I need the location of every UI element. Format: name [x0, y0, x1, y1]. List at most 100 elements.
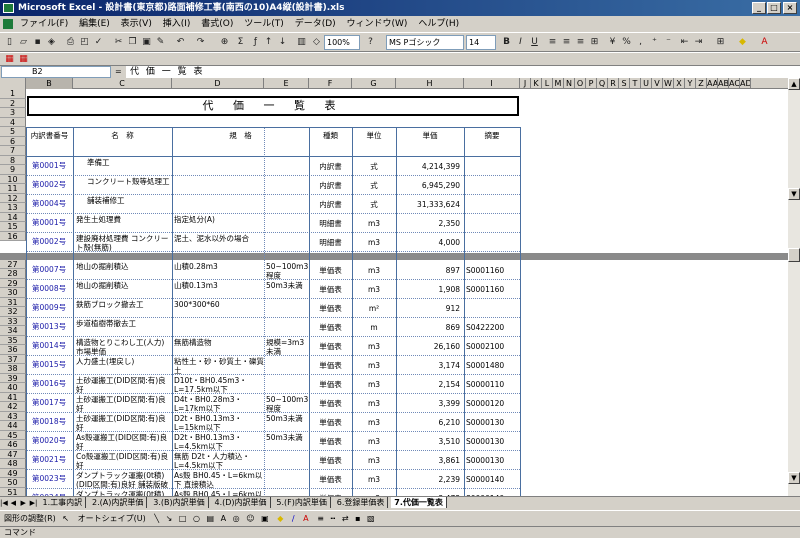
print-preview-icon[interactable]: ◰ — [78, 36, 91, 49]
drawing-icon[interactable]: ◇ — [310, 36, 323, 49]
row-header-31[interactable]: 31 — [0, 297, 26, 307]
column-header-k[interactable]: K — [531, 78, 542, 89]
underline-icon[interactable]: U — [528, 36, 541, 49]
row-header-5[interactable]: 5 — [0, 127, 26, 137]
draw-menu[interactable]: 図形の調整(R) — [0, 514, 56, 523]
column-header-t[interactable]: T — [630, 78, 641, 89]
row-header-34[interactable]: 34 — [0, 326, 26, 336]
column-header-f[interactable]: F — [309, 78, 352, 89]
column-header-e[interactable]: E — [264, 78, 309, 89]
row-header-32[interactable]: 32 — [0, 307, 26, 317]
column-header-n[interactable]: N — [564, 78, 575, 89]
row-header-30[interactable]: 30 — [0, 288, 26, 298]
row-header-14[interactable]: 14 — [0, 212, 26, 222]
row-header-38[interactable]: 38 — [0, 364, 26, 374]
minimize-button[interactable]: _ — [752, 2, 766, 14]
row-header-42[interactable]: 42 — [0, 402, 26, 412]
function-icon[interactable]: ƒ — [249, 36, 262, 49]
row-header-16[interactable]: 16 — [0, 231, 26, 241]
menu-format[interactable]: 書式(O) — [197, 16, 237, 32]
vertical-scrollbar[interactable]: ▲ ▼ ▼ — [788, 78, 800, 496]
maximize-button[interactable]: □ — [767, 2, 781, 14]
column-header-p[interactable]: P — [586, 78, 597, 89]
undo-icon[interactable]: ↶ — [174, 36, 187, 49]
diagram-icon[interactable]: ◎ — [229, 514, 240, 523]
draw-font-color-icon[interactable]: A — [297, 514, 308, 523]
column-header-ad[interactable]: AD — [740, 78, 751, 89]
column-header-b[interactable]: B — [26, 78, 73, 89]
oval-icon[interactable]: ○ — [189, 514, 200, 523]
open-icon[interactable]: ▱ — [17, 36, 30, 49]
font-color-icon[interactable]: A — [758, 36, 771, 49]
row-header-10[interactable]: 10 — [0, 174, 26, 184]
row-header-35[interactable]: 35 — [0, 335, 26, 345]
sheet-tab-5[interactable]: 5.(F)内訳単価 — [273, 497, 331, 508]
paste-icon[interactable]: ▣ — [140, 36, 153, 49]
column-header-aa[interactable]: AA — [707, 78, 718, 89]
column-header-q[interactable]: Q — [597, 78, 608, 89]
sheet-tab-6[interactable]: 6.登録単価表 — [333, 497, 389, 508]
excel-doc-icon[interactable] — [3, 19, 13, 29]
line-style-icon[interactable]: ≡ — [311, 514, 324, 523]
row-header-13[interactable]: 13 — [0, 203, 26, 213]
row-header-37[interactable]: 37 — [0, 354, 26, 364]
rectangle-icon[interactable]: □ — [175, 514, 187, 523]
increase-decimal-icon[interactable]: ⁺ — [648, 36, 661, 49]
cut-icon[interactable]: ✂ — [112, 36, 125, 49]
percent-icon[interactable]: % — [620, 36, 633, 49]
arrow-icon[interactable]: ↘ — [162, 514, 173, 523]
scroll-thumb[interactable] — [788, 248, 800, 262]
wordart-icon[interactable]: A — [217, 514, 226, 523]
chart-wizard-icon[interactable]: ▥ — [295, 36, 308, 49]
scroll-up-arrow[interactable]: ▲ — [788, 78, 800, 90]
column-header-h[interactable]: H — [396, 78, 464, 89]
column-header-y[interactable]: Y — [685, 78, 696, 89]
align-center-icon[interactable]: ≡ — [560, 36, 573, 49]
row-header-43[interactable]: 43 — [0, 411, 26, 421]
clipart-icon[interactable]: ☺ — [242, 514, 254, 523]
bold-icon[interactable]: B — [500, 36, 513, 49]
column-header-v[interactable]: V — [652, 78, 663, 89]
name-box[interactable]: B2 — [1, 66, 111, 78]
row-header-29[interactable]: 29 — [0, 278, 26, 288]
worksheet-grid[interactable]: B C D E F G H I J K L M N O P Q R S T U V W X Y Z AA AB AC AD 代 価 一 … — [0, 78, 788, 496]
sheet-tab-2[interactable]: 2.(A)内訳単価 — [89, 497, 148, 508]
column-header-u[interactable]: U — [641, 78, 652, 89]
menu-view[interactable]: 表示(V) — [117, 16, 156, 32]
row-header-46[interactable]: 46 — [0, 440, 26, 450]
menu-edit[interactable]: 編集(E) — [75, 16, 114, 32]
column-header-d[interactable]: D — [172, 78, 264, 89]
row-header-27[interactable]: 27 — [0, 259, 26, 269]
shadow-icon[interactable]: ▪ — [351, 514, 360, 523]
row-header-51[interactable]: 51 — [0, 487, 26, 496]
row-header-50[interactable]: 50 — [0, 478, 26, 488]
hyperlink-icon[interactable]: ⊕ — [218, 36, 231, 49]
row-header-12[interactable]: 12 — [0, 193, 26, 203]
column-header-i[interactable]: I — [464, 78, 520, 89]
font-name-select[interactable]: MS Pゴシック — [386, 35, 464, 50]
menu-data[interactable]: データ(D) — [291, 16, 340, 32]
spelling-icon[interactable]: ✓ — [92, 36, 105, 49]
scroll-split-up-arrow[interactable]: ▼ — [788, 188, 800, 200]
sheet-tab-4[interactable]: 4.(D)内訳単価 — [211, 497, 271, 508]
column-header-m[interactable]: M — [553, 78, 564, 89]
new-icon[interactable]: ▯ — [3, 36, 16, 49]
textbox-icon[interactable]: ▤ — [203, 514, 215, 523]
menu-help[interactable]: ヘルプ(H) — [414, 16, 463, 32]
scroll-down-arrow[interactable]: ▼ — [788, 472, 800, 484]
row-header-47[interactable]: 47 — [0, 449, 26, 459]
format-painter-icon[interactable]: ✎ — [154, 36, 167, 49]
line-icon[interactable]: ╲ — [148, 514, 159, 523]
sheet-tab-1[interactable]: 1.工事内訳 — [39, 497, 87, 508]
frozen-pane-split[interactable] — [0, 252, 788, 260]
column-header-w[interactable]: W — [663, 78, 674, 89]
column-header-ab[interactable]: AB — [718, 78, 729, 89]
row-header-4[interactable]: 4 — [0, 117, 26, 127]
line-color-icon[interactable]: ∕ — [286, 514, 295, 523]
copy-icon[interactable]: ❐ — [126, 36, 139, 49]
permission-icon[interactable]: ◈ — [45, 36, 58, 49]
column-header-z[interactable]: Z — [696, 78, 707, 89]
help-icon[interactable]: ? — [364, 36, 377, 49]
row-header-11[interactable]: 11 — [0, 184, 26, 194]
formula-input[interactable]: 代 価 一 覧 表 — [126, 66, 800, 78]
